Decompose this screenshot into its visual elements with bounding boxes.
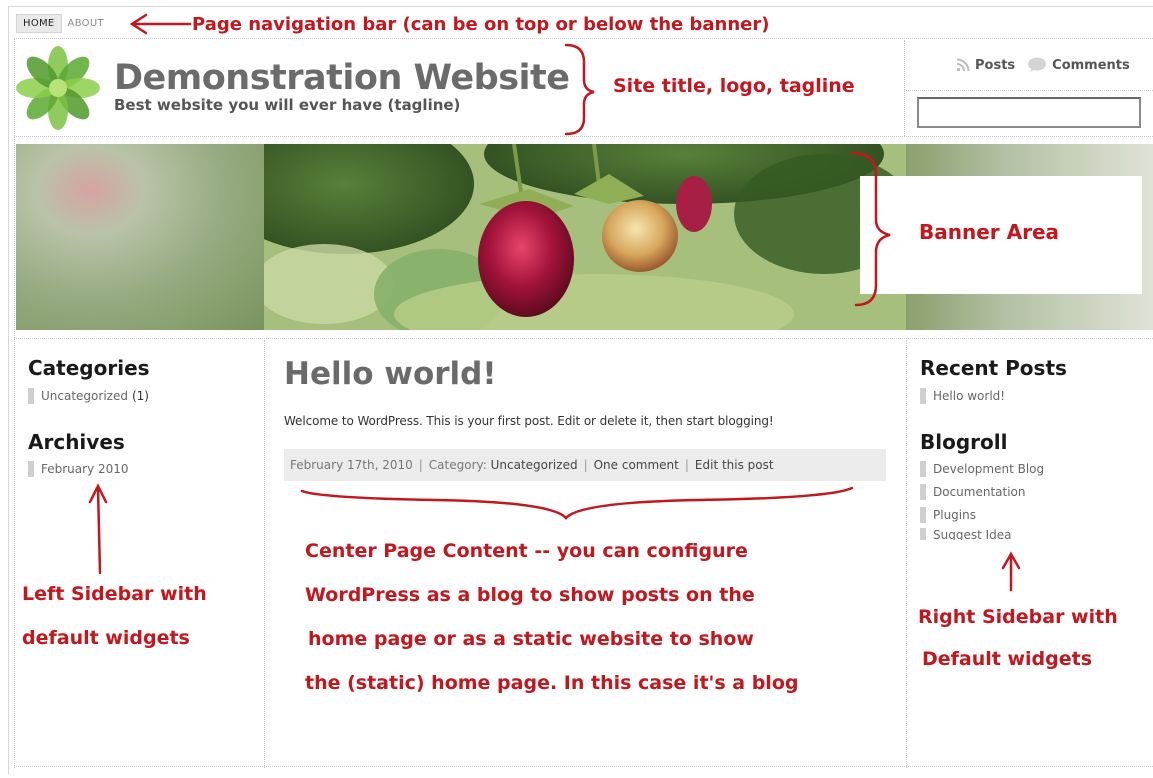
center-annotation-line-2: WordPress as a blog to show posts on the bbox=[305, 584, 755, 606]
banner-annotation: Banner Area bbox=[919, 220, 1060, 244]
center-annotation-line-4: the (static) home page. In this case it'… bbox=[305, 672, 799, 694]
center-brace bbox=[300, 486, 854, 520]
center-annotation-line-3: home page or as a static website to show bbox=[308, 628, 754, 650]
left-sidebar-arrow bbox=[96, 486, 102, 575]
nav-annotation: Page navigation bar (can be on top or be… bbox=[192, 14, 770, 35]
center-annotation-line-1: Center Page Content -- you can configure bbox=[305, 540, 748, 562]
right-annotation-line-1: Right Sidebar with bbox=[918, 606, 1118, 628]
header-brace bbox=[564, 43, 595, 136]
left-annotation-line-1: Left Sidebar with bbox=[22, 583, 207, 605]
header-annotation: Site title, logo, tagline bbox=[613, 75, 855, 97]
banner-brace bbox=[850, 151, 891, 307]
right-annotation-line-2: Default widgets bbox=[922, 648, 1093, 670]
left-annotation-line-2: default widgets bbox=[22, 627, 190, 649]
